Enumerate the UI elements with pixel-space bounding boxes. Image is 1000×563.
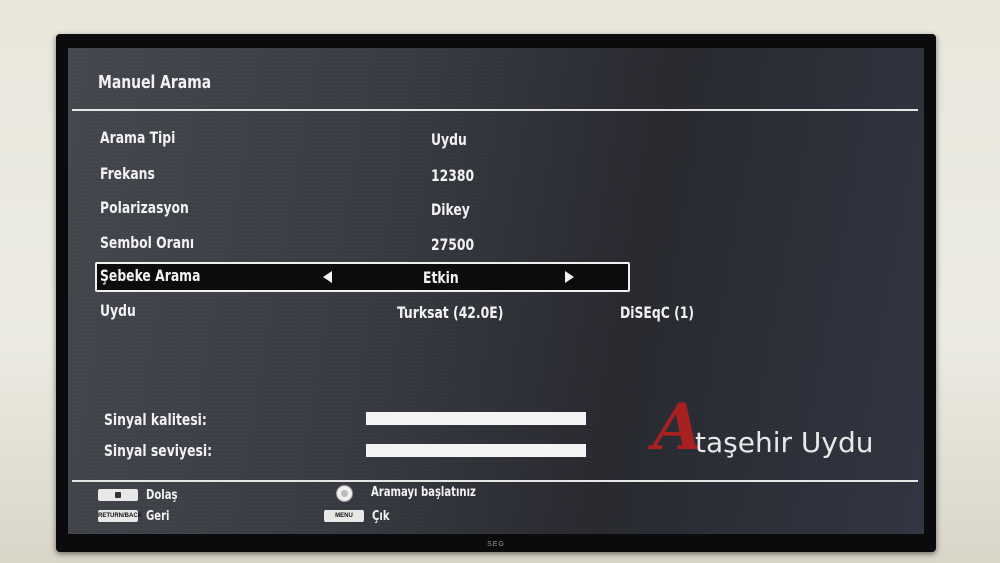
menu-row-satellite[interactable]: Uydu Turksat (42.0E) DiSEqC (1)	[68, 297, 924, 325]
exit-label: Çık	[372, 509, 390, 524]
tv-brand-logo: SEG	[487, 541, 505, 548]
watermark-logo: A taşehir Uydu	[653, 390, 913, 478]
footer-divider	[72, 480, 918, 482]
menu-row-search-type[interactable]: Arama Tipi Uydu	[68, 124, 924, 152]
page-title: Manuel Arama	[98, 72, 212, 93]
menu-row-polarization[interactable]: Polarizasyon Dikey	[68, 194, 924, 222]
signal-level-fill	[366, 444, 586, 457]
row-label: Arama Tipi	[100, 128, 176, 147]
signal-level-label: Sinyal seviyesi:	[104, 441, 213, 460]
row-value: Dikey	[431, 200, 470, 219]
row-label: Frekans	[100, 164, 155, 183]
navigate-key-icon	[98, 489, 138, 501]
arrow-left-icon[interactable]	[323, 271, 332, 283]
back-key-icon: RETURN/BACK	[98, 510, 142, 522]
signal-quality-bar	[366, 412, 586, 425]
row-label: Polarizasyon	[100, 198, 189, 217]
row-label: Şebeke Arama	[100, 266, 201, 285]
signal-level-bar	[366, 444, 586, 457]
menu-key-icon: MENU	[324, 510, 364, 522]
row-label: Uydu	[100, 301, 136, 320]
menu-row-frequency[interactable]: Frekans 12380	[68, 160, 924, 188]
signal-quality-fill	[366, 412, 586, 425]
row-value: Etkin	[423, 268, 459, 287]
row-label: Sembol Oranı	[100, 233, 195, 252]
arrow-right-icon[interactable]	[565, 271, 574, 283]
header-divider	[72, 109, 918, 111]
row-value: Uydu	[431, 130, 467, 149]
row-value: 27500	[431, 235, 475, 254]
back-label: Geri	[146, 509, 170, 524]
signal-quality-label: Sinyal kalitesi:	[104, 410, 207, 429]
watermark-text: taşehir Uydu	[695, 426, 874, 459]
row-value: Turksat (42.0E)	[397, 303, 504, 322]
start-search-label: Aramayı başlatınız	[371, 485, 476, 500]
tv-screen: Manuel Arama Arama Tipi Uydu Frekans 123…	[68, 48, 924, 534]
diseqc-value: DiSEqC (1)	[620, 303, 695, 322]
ok-button-icon	[336, 485, 353, 502]
menu-row-symbol-rate[interactable]: Sembol Oranı 27500	[68, 229, 924, 257]
row-value: 12380	[431, 166, 475, 185]
navigate-label: Dolaş	[146, 488, 178, 503]
menu-row-network-search[interactable]: Şebeke Arama Etkin	[68, 262, 924, 292]
